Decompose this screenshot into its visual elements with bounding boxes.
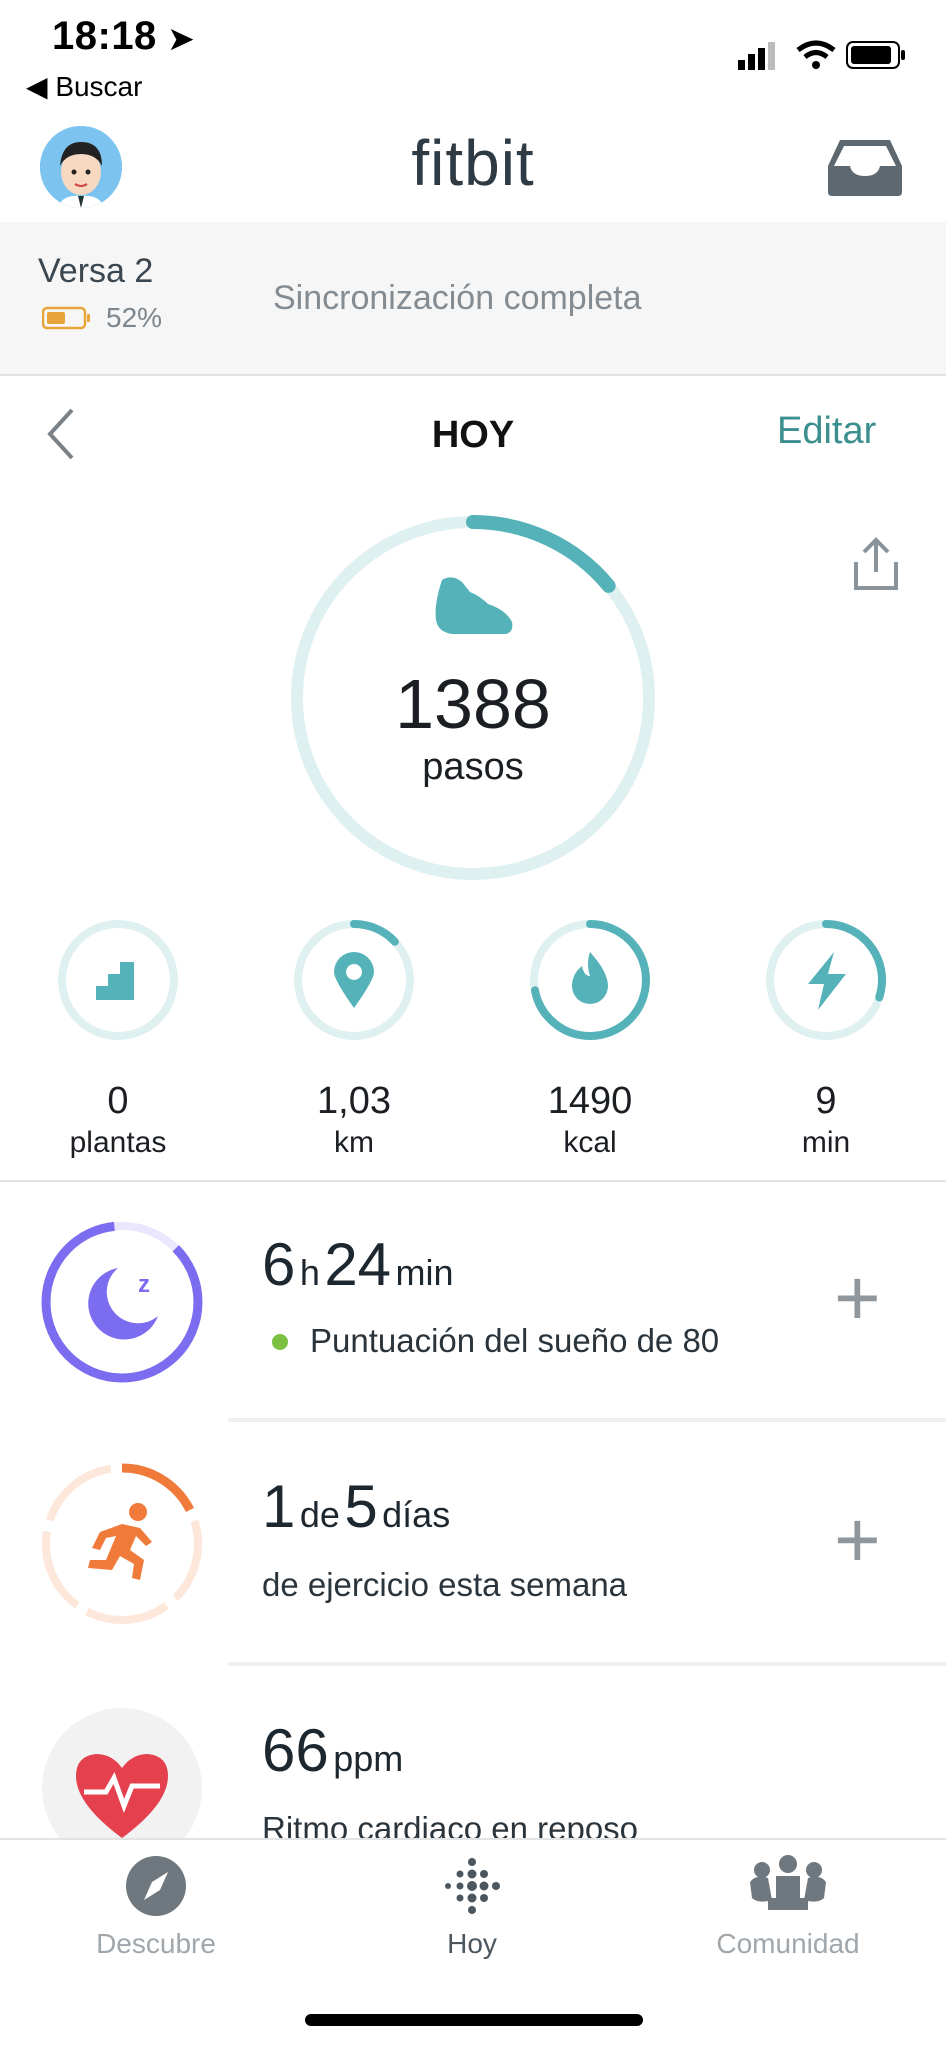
sleep-hours: 6 <box>262 1231 296 1298</box>
lightning-icon <box>808 952 846 1010</box>
exercise-days-label: días <box>382 1494 451 1535</box>
back-to-search-link[interactable]: ◀ Buscar <box>26 70 142 103</box>
inbox-icon[interactable] <box>826 136 904 198</box>
shoe-icon <box>435 577 513 634</box>
add-sleep-button[interactable]: + <box>834 1258 881 1338</box>
tab-descubre[interactable]: Descubre <box>36 1854 276 1964</box>
location-arrow-icon: ➤ <box>168 23 195 56</box>
sleep-minutes: 24 <box>324 1231 392 1298</box>
wifi-icon <box>796 40 836 69</box>
edit-button[interactable]: Editar <box>777 410 876 453</box>
calories-value: 1490 <box>547 1080 633 1122</box>
divider <box>0 1180 946 1182</box>
steps-value: 1388 <box>395 665 551 743</box>
sleep-minutes-label: min <box>395 1252 454 1293</box>
heart-rate-unit: ppm <box>333 1738 404 1779</box>
calories-unit: kcal <box>563 1126 617 1159</box>
compass-icon <box>126 1856 186 1916</box>
heart-ring <box>42 1708 202 1838</box>
tab-label: Descubre <box>96 1928 216 1959</box>
sleep-score-dot <box>272 1334 288 1350</box>
heart-rate-card[interactable]: 66 ppm Ritmo cardiaco en reposo <box>0 1666 946 1838</box>
heart-rate-value-group: 66 ppm <box>262 1716 403 1785</box>
sleep-ring: z <box>41 1221 203 1383</box>
heart-rate-subtitle: Ritmo cardiaco en reposo <box>262 1810 639 1838</box>
active-minutes-ring[interactable] <box>764 918 888 1042</box>
tab-label: Comunidad <box>716 1928 860 1959</box>
sync-status: Sincronización completa <box>273 279 642 317</box>
app-title: fitbit <box>411 127 535 199</box>
svg-text:z: z <box>138 1271 150 1298</box>
device-battery-icon <box>42 306 90 330</box>
distance-unit: km <box>334 1126 374 1159</box>
floors-unit: plantas <box>69 1126 167 1159</box>
stairs-icon <box>96 962 134 1000</box>
floors-ring[interactable] <box>56 918 180 1042</box>
heart-rate-value: 66 <box>262 1717 329 1784</box>
fitbit-dots-icon <box>445 1858 500 1914</box>
floors-value: 0 <box>107 1080 129 1122</box>
steps-unit: pasos <box>422 746 524 788</box>
exercise-progress: 1 de 5 días <box>262 1472 450 1541</box>
active-minutes-value: 9 <box>815 1080 837 1122</box>
back-label: Buscar <box>55 71 143 102</box>
device-battery-percent: 52% <box>106 302 163 333</box>
tab-hoy[interactable]: Hoy <box>352 1854 592 1964</box>
exercise-done: 1 <box>262 1473 296 1540</box>
sleep-score: Puntuación del sueño de 80 <box>310 1322 720 1359</box>
sleep-hours-label: h <box>299 1252 320 1293</box>
community-icon <box>750 1855 826 1910</box>
status-time: 18:18 ➤ <box>52 14 195 58</box>
home-indicator <box>305 2014 643 2026</box>
tab-comunidad[interactable]: Comunidad <box>668 1854 908 1964</box>
flame-icon <box>572 952 608 1004</box>
exercise-subtitle: de ejercicio esta semana <box>262 1566 628 1603</box>
tab-label: Hoy <box>447 1928 497 1959</box>
battery-status-icon <box>846 41 905 69</box>
calories-ring[interactable] <box>528 918 652 1042</box>
distance-value: 1,03 <box>317 1080 391 1122</box>
add-exercise-button[interactable]: + <box>834 1500 881 1580</box>
exercise-goal: 5 <box>344 1473 378 1540</box>
signal-icon <box>738 42 775 70</box>
share-icon[interactable] <box>846 536 906 592</box>
active-minutes-unit: min <box>801 1126 851 1159</box>
running-person-icon <box>88 1503 152 1580</box>
location-pin-icon <box>334 952 374 1008</box>
exercise-of-label: de <box>299 1494 340 1535</box>
device-name: Versa 2 <box>38 252 154 290</box>
distance-ring[interactable] <box>292 918 416 1042</box>
sleep-duration: 6 h 24 min <box>262 1230 454 1299</box>
exercise-ring <box>41 1463 203 1625</box>
